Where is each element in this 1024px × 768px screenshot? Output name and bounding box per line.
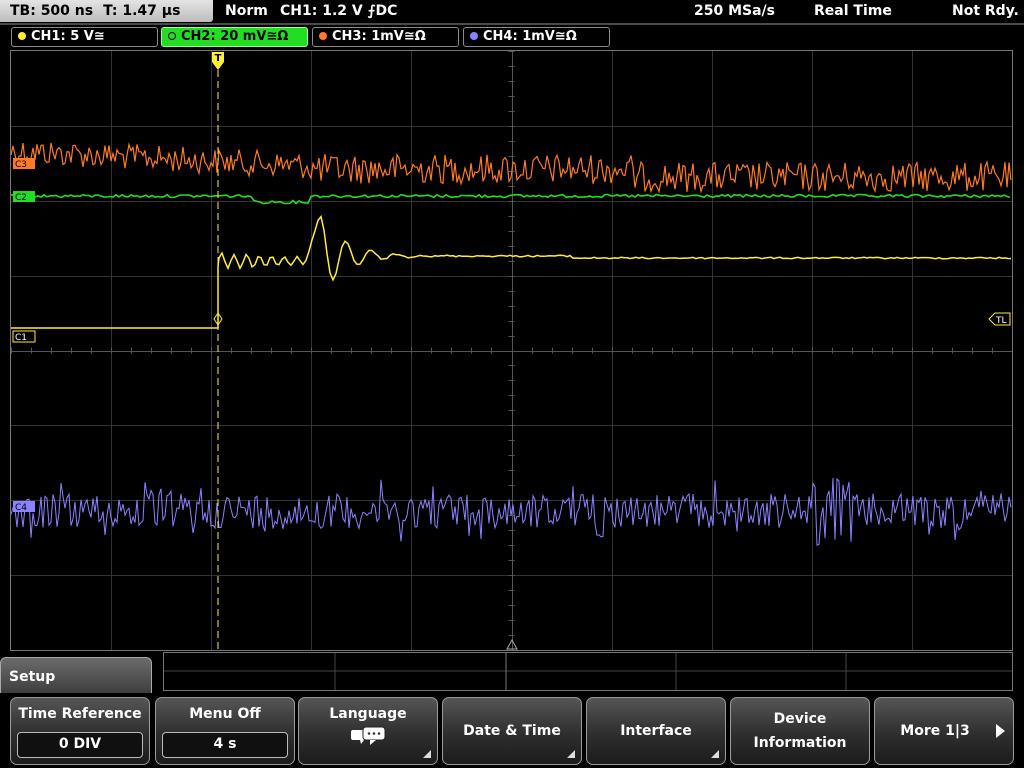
next-page-arrow-icon [996,724,1005,738]
ch3-ref-label: C3 [15,160,27,170]
date-time-label: Date & Time [463,723,561,739]
trigger-level-label: TL [995,316,1007,326]
device-information-label-line1: Device [773,711,827,727]
trigger-mode[interactable]: Norm [225,0,268,22]
date-time-softkey[interactable]: Date & Time [442,697,582,765]
ch3-reference-marker[interactable]: C3 [13,158,35,170]
trigger-level-marker[interactable]: TL [988,312,1011,326]
ch1-color-dot [18,32,26,40]
channel-tab-ch2[interactable]: CH2: 20 mV≅Ω [161,27,308,47]
speech-bubbles-icon [299,726,437,750]
time-reference-softkey[interactable]: Time Reference 0 DIV [10,697,150,765]
ch4-reference-marker[interactable]: C4 [13,501,35,513]
interface-softkey[interactable]: Interface [586,697,726,765]
ready-state: Not Rdy. [952,3,1019,19]
interface-label: Interface [620,723,692,739]
ch2-ref-label: C2 [15,193,27,203]
submenu-indicator-icon [711,750,719,758]
ch2-reference-marker[interactable]: C2 [13,191,35,203]
auxiliary-strip [163,652,1013,691]
ch1-label: CH1: 5 V≅ [31,29,105,44]
auxiliary-strip-grid [164,653,1012,690]
device-information-softkey[interactable]: Device Information [730,697,870,765]
sample-rate: 250 MSa/s [694,3,776,19]
acquisition-mode: Real Time [814,3,892,19]
more-softkey[interactable]: More 1|3 [874,697,1014,765]
device-information-label-line2: Information [753,735,847,751]
menu-off-label: Menu Off [189,706,261,722]
language-softkey[interactable]: Language [298,697,438,765]
ch4-label: CH4: 1mV≅Ω [483,29,577,44]
ch1-ref-label: C1 [15,333,27,343]
waveform-traces [11,142,1012,546]
submenu-indicator-icon [567,750,575,758]
status-bar: TB: 500 ns T: 1.47 µs Norm CH1: 1.2 V ⨍DC… [0,0,1024,24]
menu-off-value: 4 s [162,732,288,758]
time-reference-value: 0 DIV [17,732,143,758]
ch1-reference-marker[interactable]: C1 [12,330,36,343]
timebase-box[interactable]: TB: 500 ns T: 1.47 µs [0,0,213,22]
trigger-info[interactable]: CH1: 1.2 V ⨍DC [280,0,397,22]
waveform-canvas: T TL C1 C2 C3 C4 [11,51,1012,650]
ch3-color-dot [319,32,327,40]
ch3-label: CH3: 1mV≅Ω [332,29,426,44]
time-reference-label: Time Reference [18,706,142,722]
status-divider [0,23,1024,25]
menu-title: Setup [9,669,56,685]
ch4-color-dot [470,32,478,40]
channel-tab-ch3[interactable]: CH3: 1mV≅Ω [312,27,459,47]
submenu-indicator-icon [423,750,431,758]
trigger-time-value: T: 1.47 µs [103,3,181,19]
menu-title-tab: Setup [0,657,152,697]
trigger-marker[interactable]: T [212,52,224,70]
timebase-value: TB: 500 ns [10,3,94,19]
graticule-grid [11,51,1012,650]
menu-off-softkey[interactable]: Menu Off 4 s [155,697,295,765]
ch4-ref-label: C4 [15,503,27,513]
channel-tab-ch4[interactable]: CH4: 1mV≅Ω [463,27,610,47]
more-label: More 1|3 [900,723,970,739]
language-label: Language [329,706,407,722]
channel-tab-ch1[interactable]: CH1: 5 V≅ [11,27,158,47]
waveform-display[interactable]: T TL C1 C2 C3 C4 [10,50,1013,651]
ch2-color-dot [168,32,176,40]
ch2-label: CH2: 20 mV≅Ω [181,29,289,44]
